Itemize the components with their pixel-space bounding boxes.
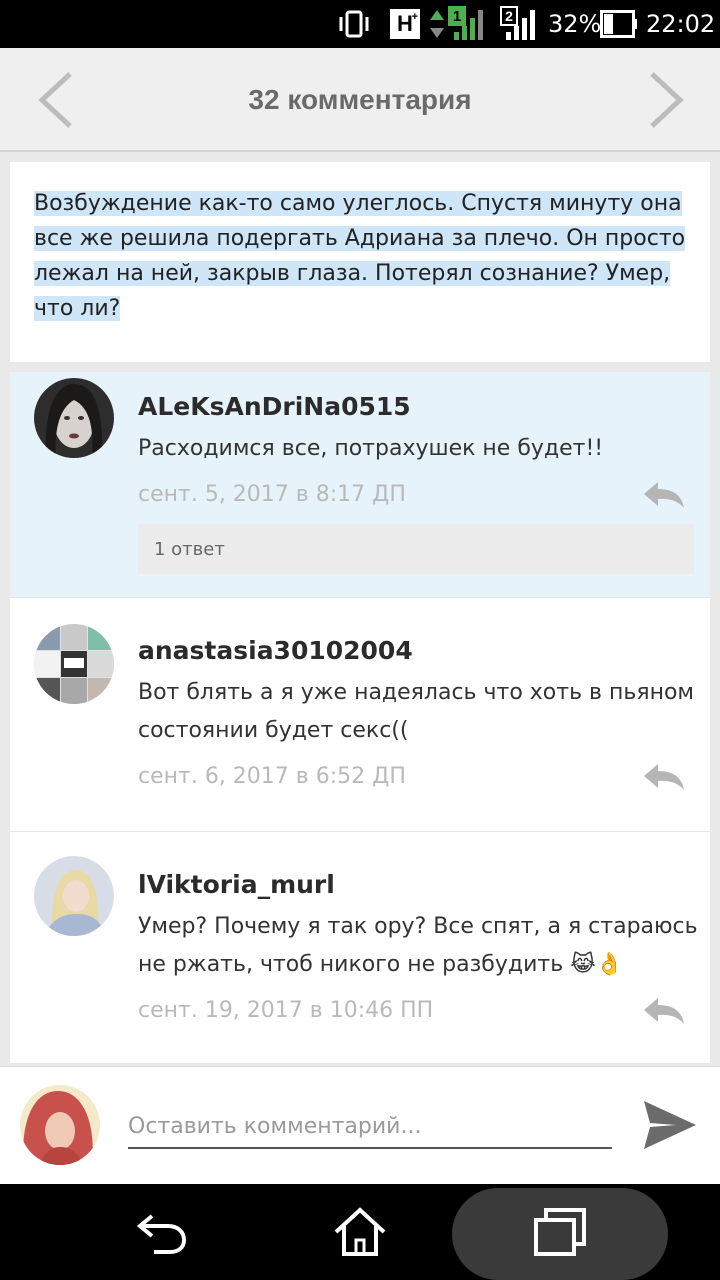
reply-icon xyxy=(644,482,684,508)
network-type-icon: H + xyxy=(390,0,420,48)
send-icon xyxy=(644,1101,696,1149)
sim2-signal-icon: 2 xyxy=(498,0,538,48)
comment-text: Умер? Почему я так ору? Все спят, а я ст… xyxy=(138,914,698,977)
home-icon xyxy=(334,1207,386,1256)
comment-author[interactable]: ALeKsAnDriNa0515 xyxy=(138,392,411,421)
comments-list: ALeKsAnDriNa0515 Расходимся все, потраху… xyxy=(10,372,710,1064)
reply-button[interactable] xyxy=(642,996,686,1026)
reply-icon xyxy=(644,998,684,1024)
avatar[interactable] xyxy=(34,378,114,458)
app-header: 32 комментария xyxy=(0,48,720,152)
system-nav-bar xyxy=(0,1184,720,1280)
back-button[interactable] xyxy=(132,1204,188,1260)
comment-timestamp: сент. 5, 2017 в 8:17 ДП xyxy=(138,482,406,507)
status-bar: H + 1 2 32% 22:02 xyxy=(0,0,720,48)
comment-composer xyxy=(0,1066,720,1184)
current-user-avatar[interactable] xyxy=(20,1085,100,1165)
chevron-right-icon xyxy=(650,72,684,128)
page-title: 32 комментария xyxy=(248,84,472,115)
comment-author[interactable]: anastasia30102004 xyxy=(138,636,413,665)
sim1-signal-icon: 1 xyxy=(446,0,486,48)
back-icon xyxy=(136,1214,187,1254)
next-button[interactable] xyxy=(640,70,690,130)
comment-author[interactable]: lViktoria_murl xyxy=(138,870,335,899)
home-button[interactable] xyxy=(332,1204,388,1260)
comment-timestamp: сент. 6, 2017 в 6:52 ДП xyxy=(138,764,406,789)
comment-item: lViktoria_murl Умер? Почему я так ору? В… xyxy=(10,832,710,1064)
recents-icon xyxy=(534,1208,586,1256)
selected-text[interactable]: Возбуждение как-то само улеглось. Спустя… xyxy=(34,191,686,321)
recents-button[interactable] xyxy=(532,1204,588,1260)
reply-button[interactable] xyxy=(642,480,686,510)
avatar[interactable] xyxy=(34,856,114,936)
data-arrows-icon xyxy=(428,0,446,48)
clock: 22:02 xyxy=(646,10,716,38)
comment-input[interactable] xyxy=(128,1105,612,1149)
view-replies-button[interactable]: 1 ответ xyxy=(138,524,694,574)
send-button[interactable] xyxy=(640,1097,698,1153)
battery-icon xyxy=(600,0,638,48)
reply-icon xyxy=(644,764,684,790)
avatar[interactable] xyxy=(34,624,114,704)
reply-button[interactable] xyxy=(642,762,686,792)
comment-timestamp: сент. 19, 2017 в 10:46 ПП xyxy=(138,998,434,1023)
screen: H + 1 2 32% 22:02 32 комментария Возбужд… xyxy=(0,0,720,1280)
battery-percent: 32% xyxy=(548,10,602,38)
excerpt-text: Возбуждение как-то само улеглось. Спустя… xyxy=(34,186,686,326)
comment-text: Вот блять а я уже надеялась что хоть в п… xyxy=(138,680,695,743)
vibrate-icon xyxy=(336,0,372,48)
comment-item: anastasia30102004 Вот блять а я уже наде… xyxy=(10,598,710,832)
comment-text: Расходимся все, потрахушек не будет!! xyxy=(138,436,604,461)
quoted-excerpt: Возбуждение как-то само улеглось. Спустя… xyxy=(10,162,710,362)
comment-item: ALeKsAnDriNa0515 Расходимся все, потраху… xyxy=(10,372,710,598)
